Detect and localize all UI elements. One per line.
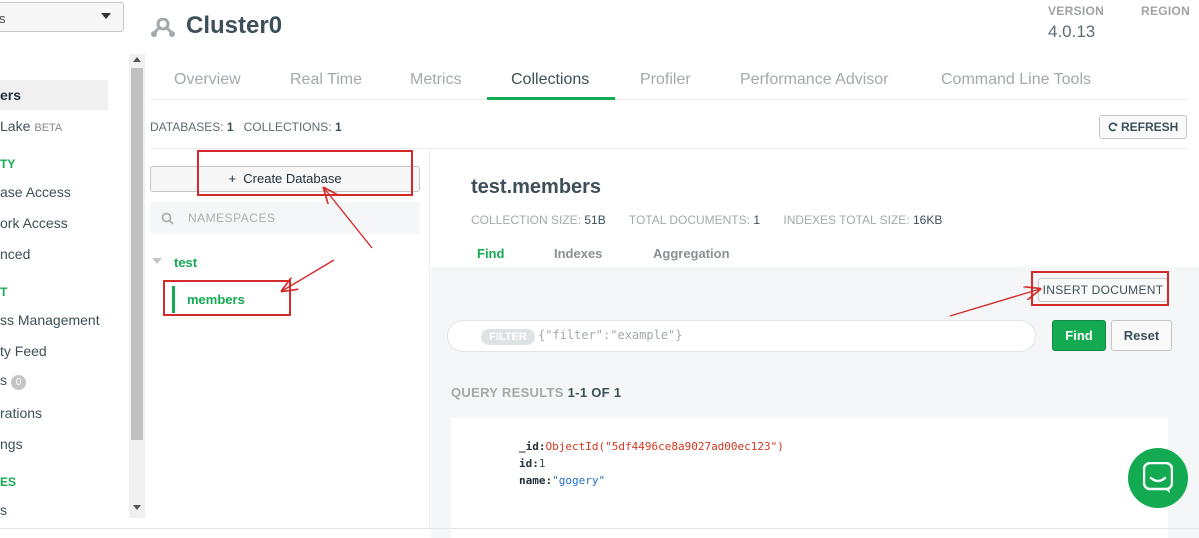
arrow-to-members [282, 259, 335, 291]
arrow-to-create-database [324, 188, 373, 249]
annotation-arrows [0, 0, 1199, 317]
arrow-to-insert-document [949, 289, 1040, 317]
bottom-divider [0, 528, 1199, 529]
